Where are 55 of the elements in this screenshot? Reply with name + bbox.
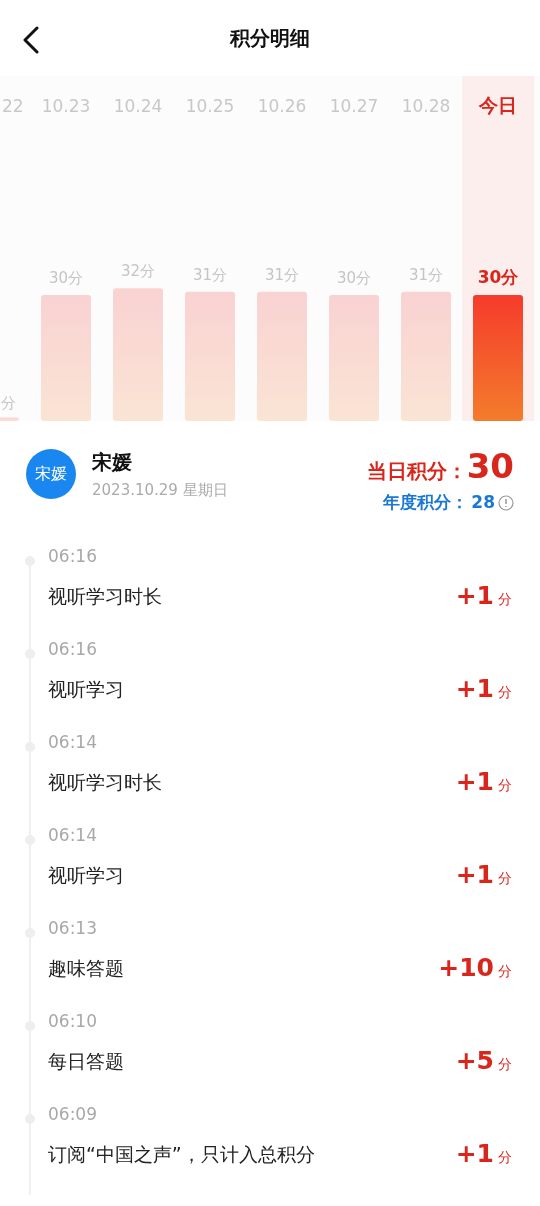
record-title: 视听学习时长 (48, 583, 162, 609)
page-title: 积分明细 (230, 25, 310, 52)
bar[interactable] (257, 291, 307, 421)
points-unit: 分 (498, 683, 512, 702)
points-unit: 分 (498, 590, 512, 609)
avatar: 宋媛 (26, 449, 76, 500)
record-points: +1 (455, 1138, 494, 1170)
record-points: +1 (455, 859, 494, 891)
points-unit: 分 (498, 1055, 512, 1074)
record-points: +1 (455, 673, 494, 705)
daily-points-value: 30 (466, 449, 514, 483)
points-unit: 分 (498, 962, 512, 981)
value-label: 分 (1, 394, 16, 412)
info-icon[interactable] (498, 494, 514, 511)
record-time: 06:09 (48, 1102, 98, 1126)
value-label: 30分 (336, 269, 372, 288)
points-unit: 分 (498, 869, 512, 888)
record-points: +10 (438, 952, 494, 984)
bar[interactable] (113, 288, 163, 421)
record-points: +5 (455, 1045, 494, 1077)
value-label: 32分 (120, 262, 156, 281)
record-points: +1 (455, 580, 494, 612)
points-unit: 分 (498, 1148, 512, 1167)
record-title: 视听学习 (48, 676, 124, 702)
bar[interactable] (41, 295, 91, 421)
record-time: 06:14 (48, 730, 98, 754)
value-label: 30分 (477, 267, 519, 288)
record-time: 06:16 (48, 637, 98, 661)
record-time: 06:16 (48, 544, 98, 568)
record-points: +1 (455, 766, 494, 798)
bar[interactable] (473, 295, 523, 421)
record-title: 视听学习 (48, 862, 124, 888)
record-title: 订阅“中国之声”，只计入总积分 (48, 1141, 315, 1167)
yearly-points-label: 年度积分： (383, 491, 469, 514)
bar[interactable] (329, 295, 379, 421)
record-time: 06:13 (48, 916, 98, 940)
record-title: 趣味答题 (48, 955, 124, 981)
value-label: 30分 (48, 269, 84, 288)
value-label: 31分 (408, 265, 444, 284)
date-label[interactable]: 今日 (479, 94, 517, 116)
back-icon[interactable] (22, 26, 40, 54)
daily-points-label: 当日积分： (366, 458, 467, 485)
user-name: 宋媛 (92, 449, 133, 476)
record-title: 视听学习时长 (48, 769, 162, 795)
value-label: 31分 (264, 265, 300, 284)
points-unit: 分 (498, 776, 512, 795)
record-title: 每日答题 (48, 1048, 124, 1074)
bar[interactable] (401, 291, 451, 421)
value-label: 31分 (192, 265, 228, 284)
bar[interactable] (185, 291, 235, 421)
date-text: 2023.10.29 星期日 (92, 480, 228, 501)
record-time: 06:14 (48, 823, 98, 847)
record-time: 06:10 (48, 1009, 98, 1033)
bar[interactable] (0, 417, 19, 421)
yearly-points-value: 28 (471, 491, 495, 514)
